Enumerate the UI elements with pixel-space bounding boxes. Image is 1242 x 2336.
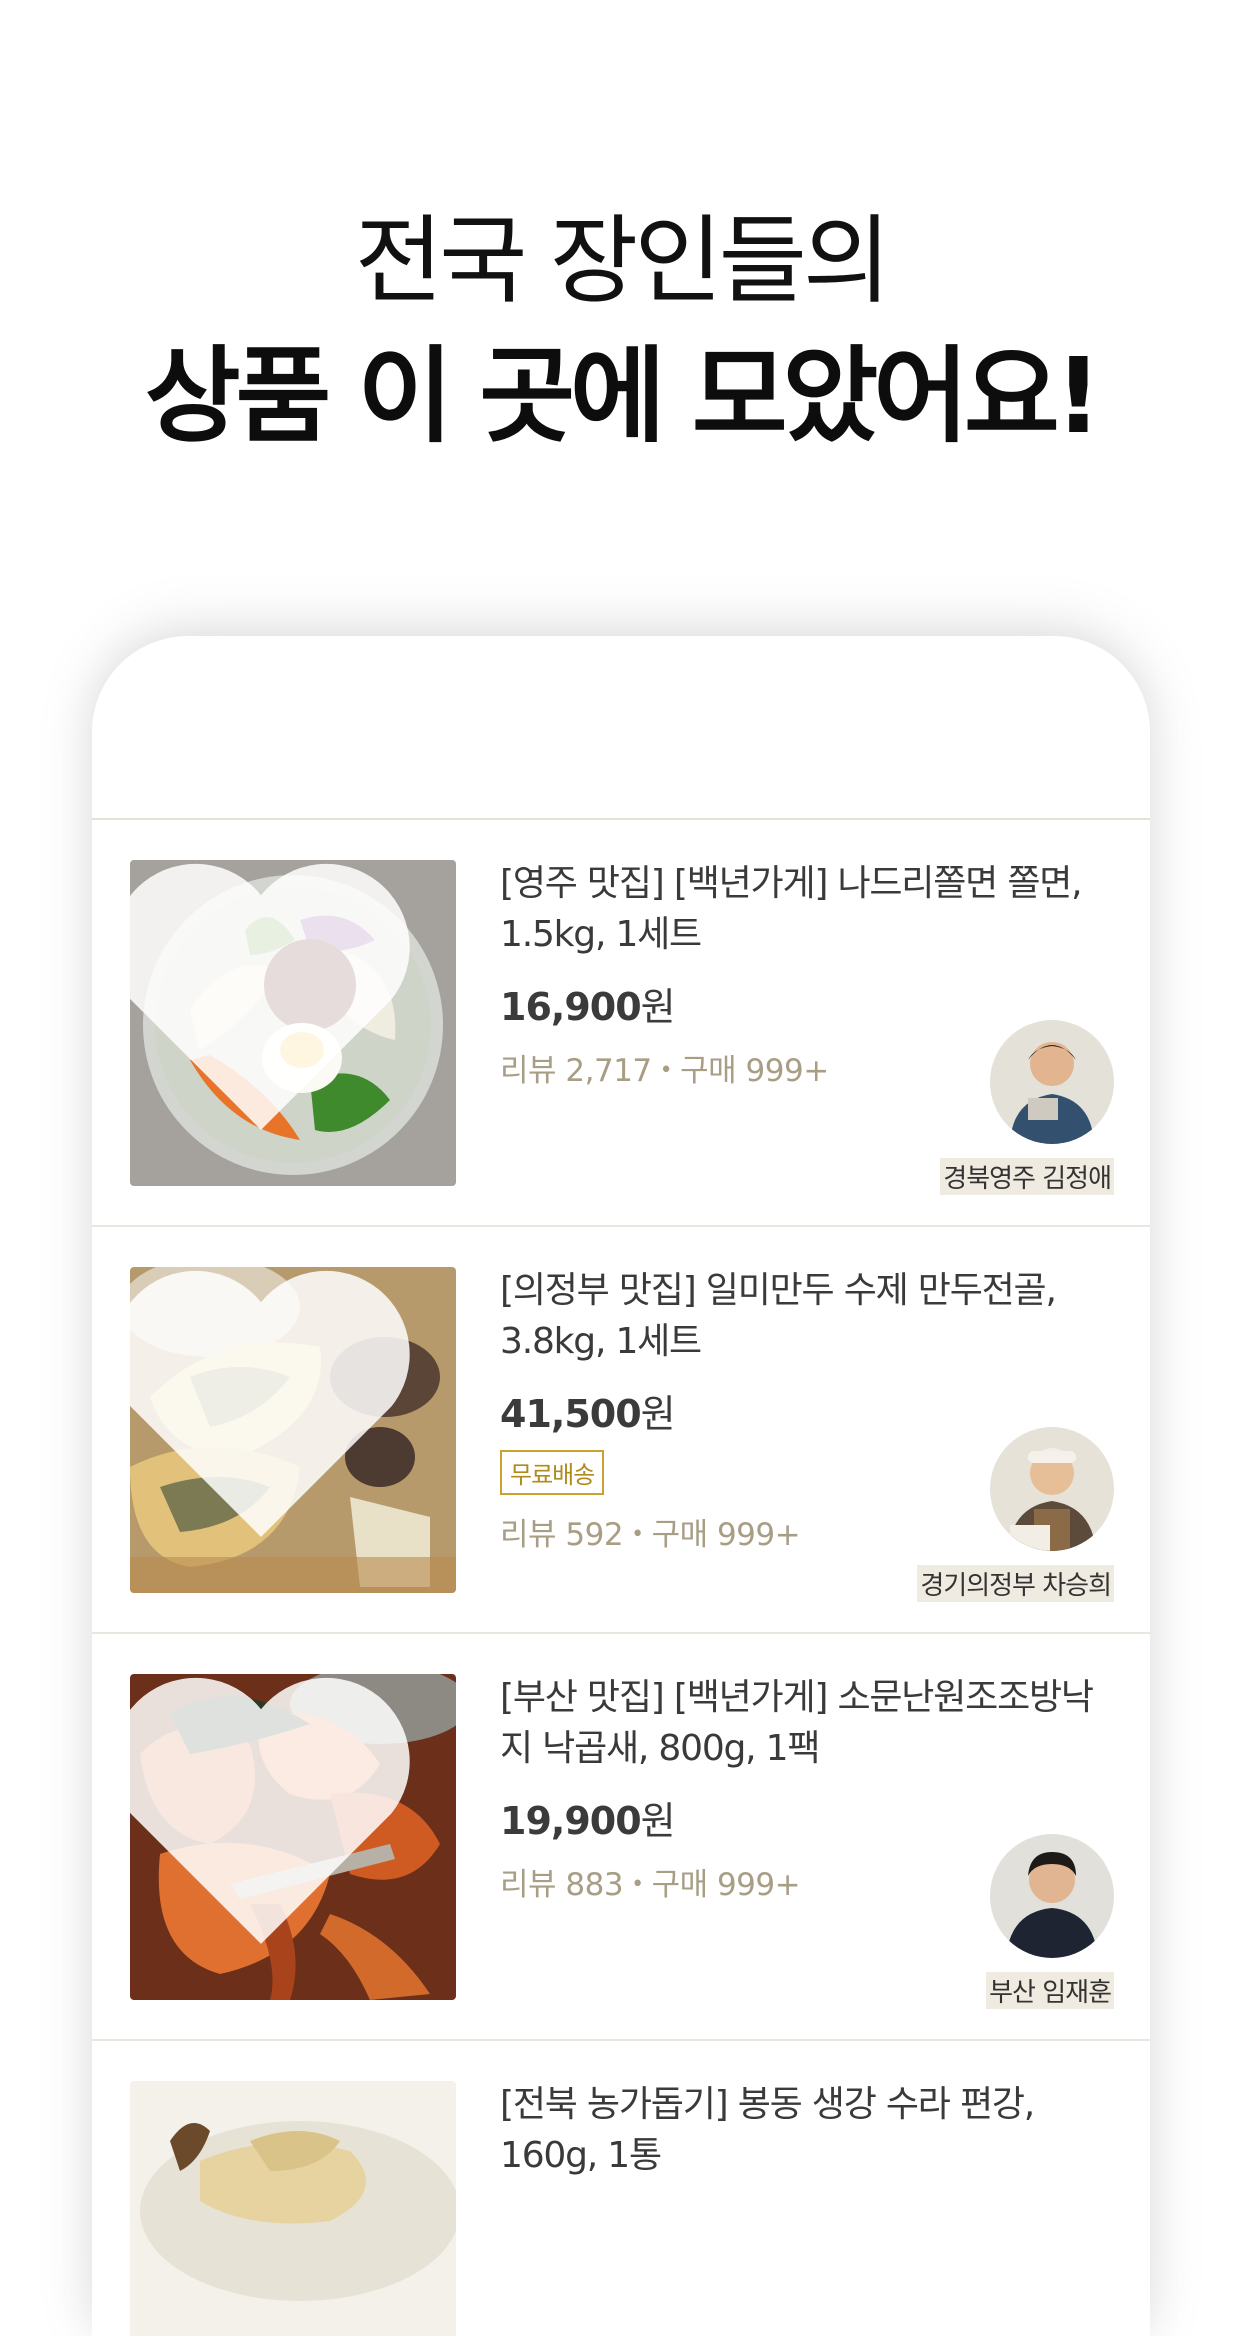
product-item[interactable]: [전북 농가돕기] 봉동 생강 수라 편강, 160g, 1통 bbox=[92, 2041, 1150, 2336]
price-currency: 원 bbox=[640, 1799, 676, 1843]
seller-name: 경기의정부 차승희 bbox=[917, 1565, 1114, 1602]
product-item[interactable]: [영주 맛집] [백년가게] 나드리쫄면 쫄면, 1.5kg, 1세트 16,9… bbox=[92, 820, 1150, 1227]
product-title[interactable]: [전북 농가돕기] 봉동 생강 수라 편강, 160g, 1통 bbox=[500, 2079, 1114, 2181]
price-value: 16,900 bbox=[500, 985, 642, 1029]
review-count: 리뷰 2,717 bbox=[500, 1053, 652, 1089]
separator-dot: • bbox=[631, 1522, 644, 1547]
seller[interactable]: 경기의정부 차승희 bbox=[917, 1427, 1114, 1602]
purchase-count: 구매 999+ bbox=[680, 1053, 829, 1089]
product-image-dumpling[interactable] bbox=[130, 1267, 456, 1593]
product-title[interactable]: [부산 맛집] [백년가게] 소문난원조조방낙지 낙곱새, 800g, 1팩 bbox=[500, 1672, 1114, 1774]
product-image-octopus-stew[interactable] bbox=[130, 1674, 456, 2000]
price-value: 19,900 bbox=[500, 1799, 642, 1843]
headline: 전국 장인들의 상품 이 곳에 모았어요! bbox=[0, 196, 1242, 466]
seller-avatar[interactable] bbox=[990, 1834, 1114, 1958]
product-item[interactable]: [부산 맛집] [백년가게] 소문난원조조방낙지 낙곱새, 800g, 1팩 1… bbox=[92, 1634, 1150, 2041]
purchase-count: 구매 999+ bbox=[651, 1517, 801, 1553]
product-item[interactable]: [의정부 맛집] 일미만두 수제 만두전골, 3.8kg, 1세트 41,500… bbox=[92, 1227, 1150, 1634]
heart-icon[interactable] bbox=[130, 1674, 424, 1970]
price-value: 41,500 bbox=[500, 1392, 642, 1436]
headline-line2: 상품 이 곳에 모았어요! bbox=[144, 335, 1102, 457]
product-title[interactable]: [영주 맛집] [백년가게] 나드리쫄면 쫄면, 1.5kg, 1세트 bbox=[500, 858, 1114, 960]
seller-avatar[interactable] bbox=[990, 1427, 1114, 1551]
free-shipping-badge: 무료배송 bbox=[500, 1450, 605, 1495]
review-count: 리뷰 592 bbox=[500, 1517, 624, 1553]
seller-name: 부산 임재훈 bbox=[986, 1972, 1114, 2009]
headline-line1: 전국 장인들의 bbox=[354, 205, 891, 317]
review-count: 리뷰 883 bbox=[500, 1867, 624, 1903]
phone-header-area bbox=[92, 636, 1150, 820]
price-currency: 원 bbox=[640, 1392, 676, 1436]
seller-avatar[interactable] bbox=[990, 1020, 1114, 1144]
phone-frame: [영주 맛집] [백년가게] 나드리쫄면 쫄면, 1.5kg, 1세트 16,9… bbox=[92, 636, 1150, 2336]
separator-dot: • bbox=[659, 1058, 673, 1083]
seller[interactable]: 경북영주 김정애 bbox=[940, 1020, 1114, 1195]
product-info: [전북 농가돕기] 봉동 생강 수라 편강, 160g, 1통 bbox=[500, 2079, 1114, 2181]
product-image-ginger-candy[interactable] bbox=[130, 2081, 456, 2336]
product-image-bibim-noodle[interactable] bbox=[130, 860, 456, 1186]
seller[interactable]: 부산 임재훈 bbox=[986, 1834, 1114, 2009]
purchase-count: 구매 999+ bbox=[651, 1867, 801, 1903]
separator-dot: • bbox=[631, 1872, 644, 1897]
product-title[interactable]: [의정부 맛집] 일미만두 수제 만두전골, 3.8kg, 1세트 bbox=[500, 1265, 1114, 1367]
heart-icon[interactable] bbox=[130, 860, 424, 1156]
heart-icon[interactable] bbox=[130, 1267, 424, 1563]
seller-name: 경북영주 김정애 bbox=[940, 1158, 1114, 1195]
price-currency: 원 bbox=[640, 985, 676, 1029]
